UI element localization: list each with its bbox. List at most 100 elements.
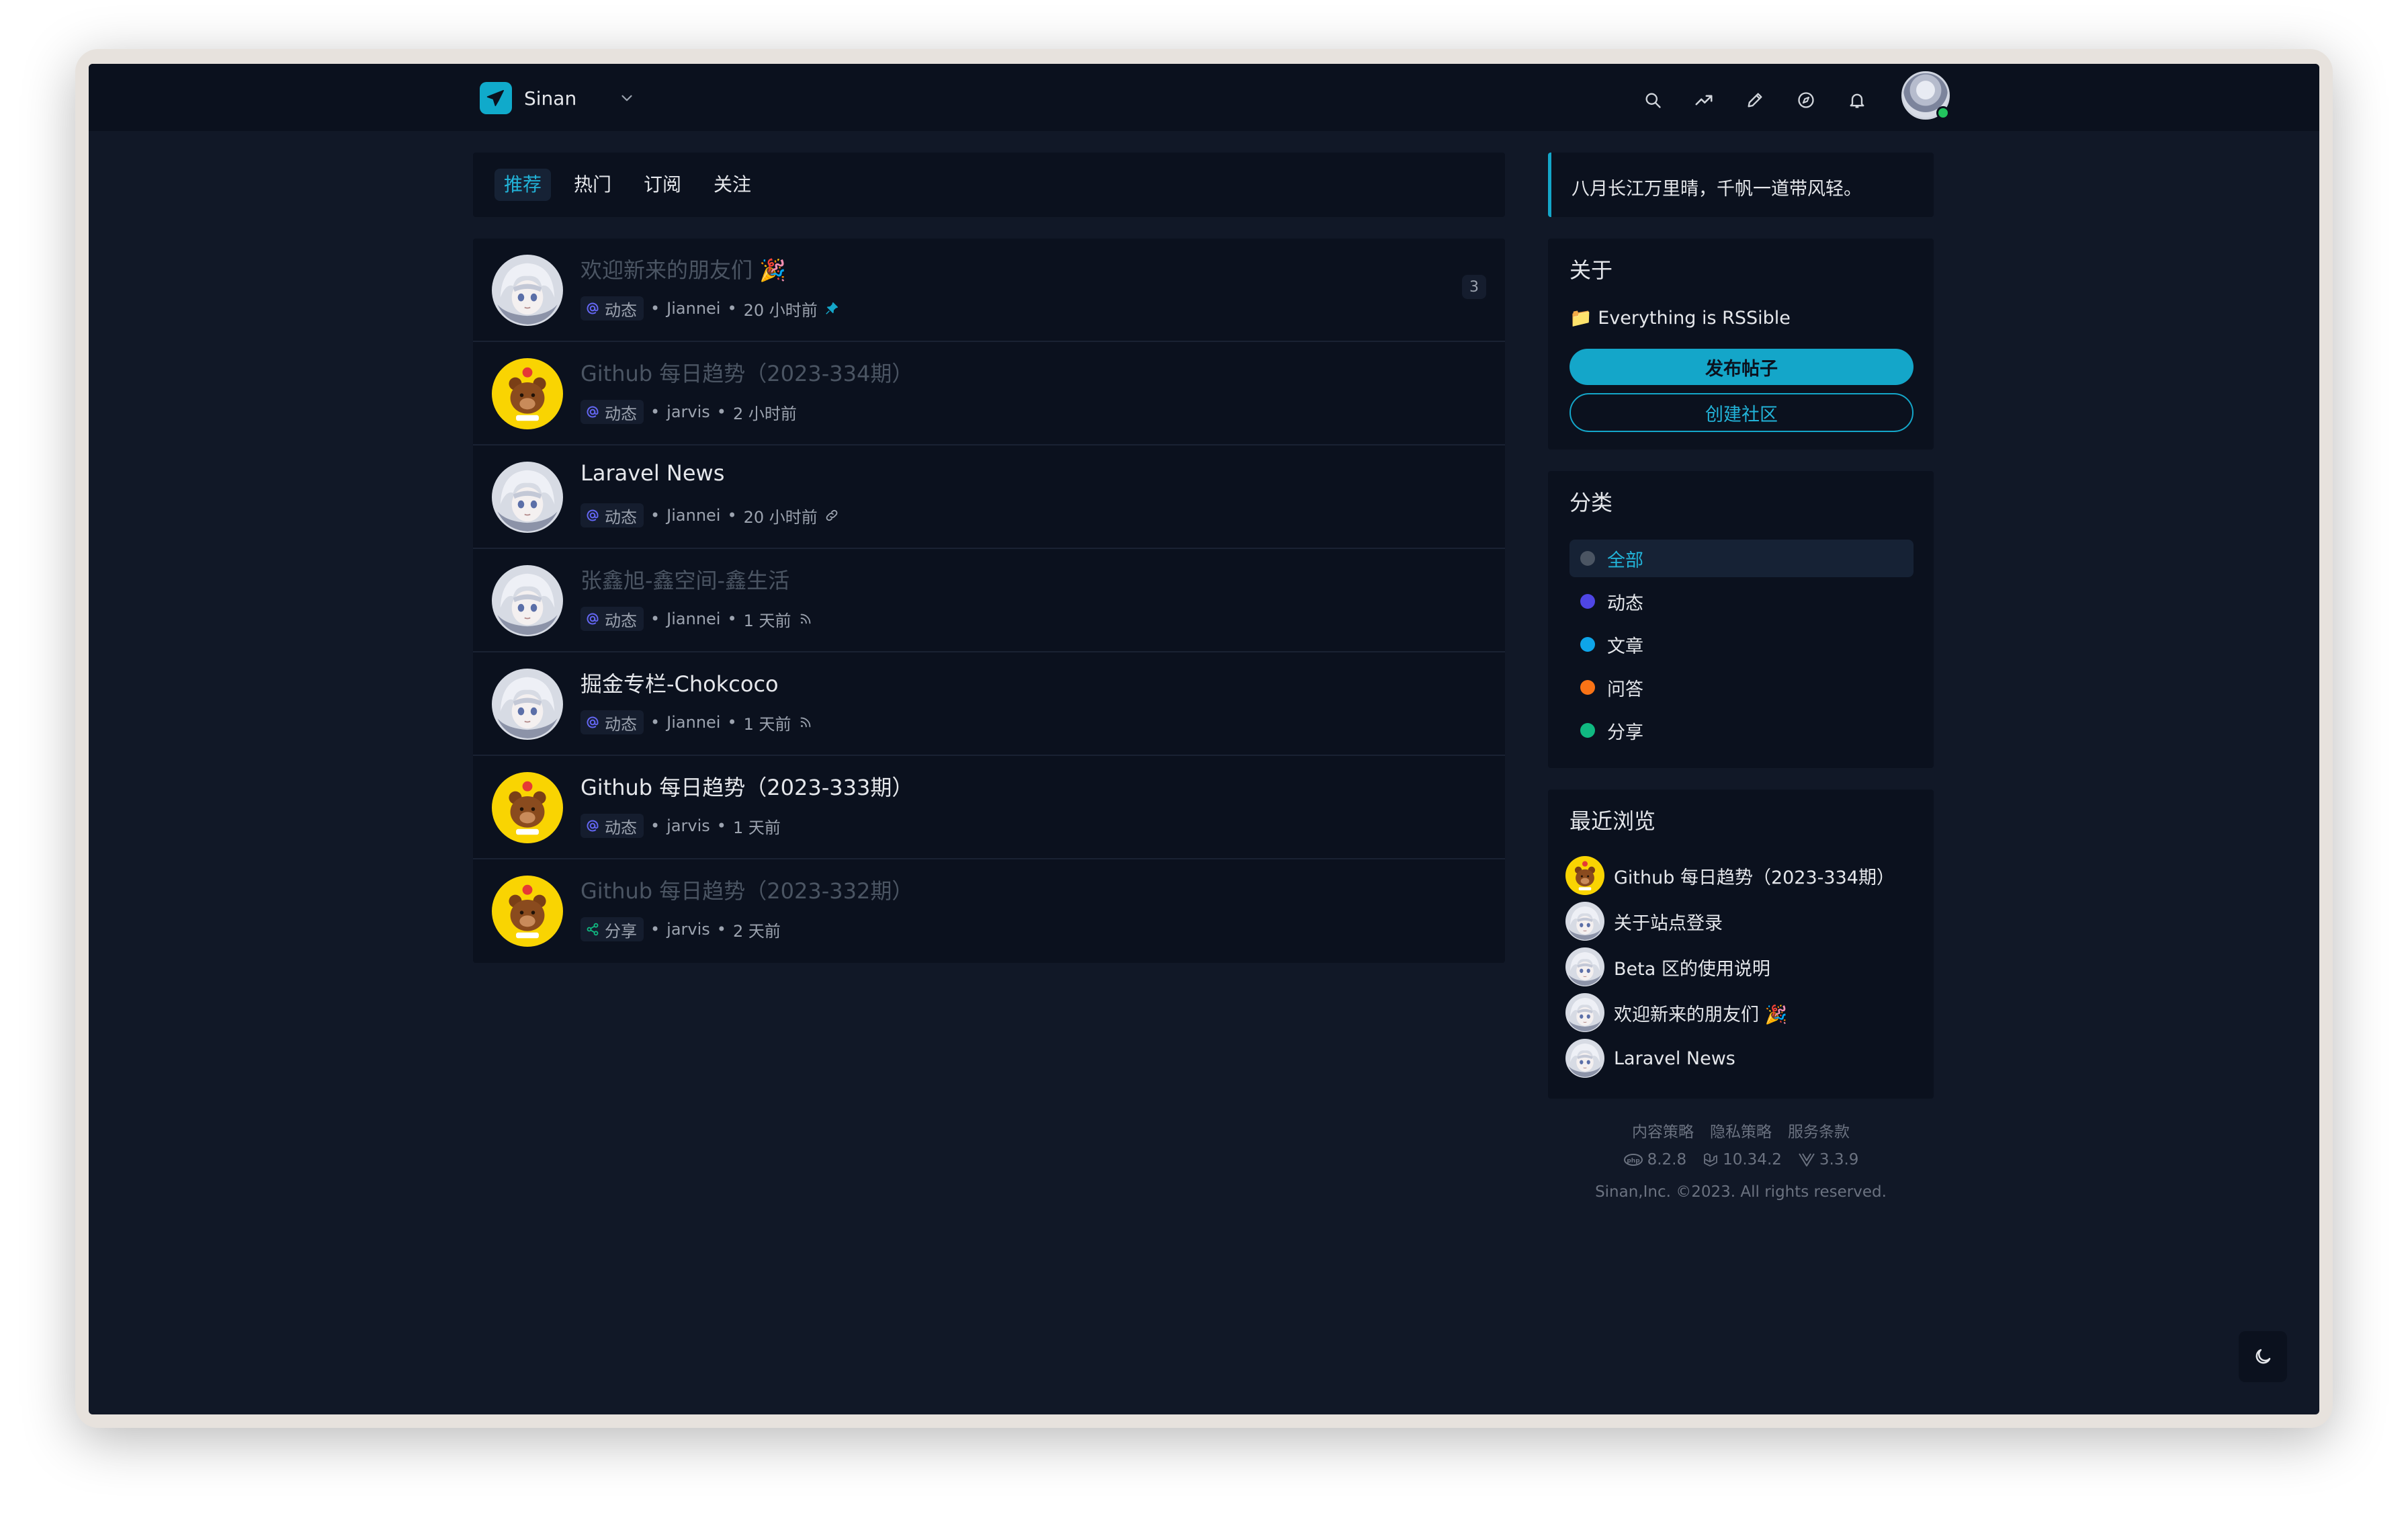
category-item[interactable]: 全部 [1570,540,1914,577]
brand-logo-icon [480,82,512,114]
author-name[interactable]: jarvis [666,816,710,835]
author-name[interactable]: Jiannei [666,609,720,628]
meta-separator: • [650,299,660,318]
recent-view-item[interactable]: 关于站点登录 [1565,901,1723,941]
category-badge[interactable]: 动态 [580,296,644,321]
feed-item[interactable]: 掘金专栏-Chokcoco 动态 • Jiannei • 1 天前 [473,652,1505,756]
rss-icon [798,611,813,626]
recent-view-item[interactable]: Laravel News [1565,1038,1735,1078]
trending-icon[interactable] [1690,87,1717,114]
post-title[interactable]: Laravel News [580,460,724,486]
user-avatar[interactable] [1901,71,1950,120]
php-icon: php [1623,1154,1643,1166]
recent-views-card: 最近浏览 Github 每日趋势（2023-334期） 关于站点登录 Beta 区的… [1548,790,1934,1099]
edit-icon[interactable] [1742,87,1768,114]
post-time: 1 天前 [743,611,791,630]
footer-link-terms[interactable]: 服务条款 [1788,1119,1850,1142]
category-dot [1580,594,1595,609]
post-meta: 动态 • Jiannei • 20 小时前 [580,296,839,321]
post-time: 1 天前 [743,714,791,734]
post-title[interactable]: 掘金专栏-Chokcoco [580,667,779,698]
compass-icon[interactable] [1793,87,1819,114]
author-name[interactable]: jarvis [666,402,710,421]
at-icon [586,509,605,522]
tab-following[interactable]: 关注 [704,169,761,201]
post-time: 1 天前 [732,818,781,837]
category-dot [1580,680,1595,695]
at-icon [586,716,605,729]
feed-item[interactable]: Laravel News 动态 • Jiannei • 20 小时前 [473,445,1505,549]
publish-post-button[interactable]: 发布帖子 [1570,349,1914,385]
post-title[interactable]: Github 每日趋势（2023-334期） [580,357,913,388]
post-time: 20 小时前 [743,507,818,527]
category-badge[interactable]: 动态 [580,503,644,527]
footer-copyright: Sinan,Inc. ©2023. All rights reserved. [1595,1183,1887,1201]
author-name[interactable]: Jiannei [666,506,720,525]
author-avatar[interactable] [492,772,563,843]
chevron-down-icon[interactable] [618,89,636,107]
brand-switcher[interactable]: Sinan [480,82,632,114]
recent-item-label: 欢迎新来的朋友们 🎉 [1614,1004,1788,1025]
tab-recommended[interactable]: 推荐 [494,169,552,201]
footer-versions: php 8.2.8 10.34.2 3.3.9 [1548,1151,1934,1169]
category-badge[interactable]: 分享 [580,917,644,941]
author-name[interactable]: Jiannei [666,713,720,732]
meta-separator: • [650,816,660,835]
author-avatar[interactable] [492,876,563,947]
tab-hot[interactable]: 热门 [564,169,621,201]
post-feed: 欢迎新来的朋友们 🎉 动态 • Jiannei • 20 小时前 3 Githu… [473,239,1505,963]
vue-version: 3.3.9 [1798,1151,1858,1169]
meta-separator: • [727,609,737,628]
meta-separator: • [650,713,660,732]
category-label: 分享 [605,921,637,941]
post-meta: 分享 • jarvis • 2 天前 [580,917,781,941]
post-title[interactable]: 欢迎新来的朋友们 🎉 [580,253,786,284]
author-avatar[interactable] [492,255,563,326]
tab-subscribed[interactable]: 订阅 [634,169,691,201]
theme-toggle-button[interactable] [2239,1331,2287,1382]
meta-separator: • [650,402,660,421]
category-item[interactable]: 文章 [1570,626,1914,663]
about-card: 关于 📁 Everything is RSSible 发布帖子 创建社区 [1548,239,1934,450]
category-label: 动态 [605,611,637,630]
feed-item[interactable]: Github 每日趋势（2023-333期） 动态 • jarvis • 1 天… [473,756,1505,859]
recent-item-label: Github 每日趋势（2023-334期） [1614,867,1895,888]
category-badge[interactable]: 动态 [580,814,644,838]
feed-item[interactable]: 张鑫旭-鑫空间-鑫生活 动态 • Jiannei • 1 天前 [473,549,1505,652]
link-icon [824,508,839,523]
category-badge[interactable]: 动态 [580,710,644,734]
recent-view-item[interactable]: 欢迎新来的朋友们 🎉 [1565,992,1787,1033]
category-item[interactable]: 问答 [1570,669,1914,706]
recent-view-item[interactable]: Beta 区的使用说明 [1565,947,1770,987]
recent-views-title: 最近浏览 [1570,808,1656,834]
category-label: 动态 [605,404,637,423]
category-badge[interactable]: 动态 [580,607,644,631]
post-title[interactable]: Github 每日趋势（2023-333期） [580,771,913,802]
bell-icon[interactable] [1844,87,1870,114]
create-community-button[interactable]: 创建社区 [1570,393,1914,432]
post-title[interactable]: 张鑫旭-鑫空间-鑫生活 [580,564,789,595]
category-item-label: 分享 [1607,722,1643,743]
category-item[interactable]: 动态 [1570,583,1914,620]
footer-link-privacy-policy[interactable]: 隐私策略 [1710,1119,1772,1142]
category-badge[interactable]: 动态 [580,400,644,424]
author-avatar[interactable] [492,565,563,636]
author-name[interactable]: jarvis [666,920,710,939]
feed-item[interactable]: Github 每日趋势（2023-334期） 动态 • jarvis • 2 小… [473,342,1505,445]
author-avatar[interactable] [492,358,563,429]
recent-view-item[interactable]: Github 每日趋势（2023-334期） [1565,855,1895,896]
post-title[interactable]: Github 每日趋势（2023-332期） [580,874,913,905]
search-icon[interactable] [1639,87,1666,114]
feed-item[interactable]: Github 每日趋势（2023-332期） 分享 • jarvis • 2 天… [473,859,1505,963]
author-name[interactable]: Jiannei [666,299,720,318]
about-title: 关于 [1570,257,1613,283]
footer-link-content-policy[interactable]: 内容策略 [1632,1119,1694,1142]
app-window: Sinan 推荐 热门 订阅 关注 欢迎新来的朋友们 🎉 动态 • Jianne… [75,49,2333,1428]
author-avatar[interactable] [492,462,563,533]
author-avatar[interactable] [492,669,563,740]
reply-count-badge: 3 [1462,275,1486,299]
post-meta: 动态 • Jiannei • 20 小时前 [580,503,839,527]
category-item[interactable]: 分享 [1570,712,1914,749]
feed-item[interactable]: 欢迎新来的朋友们 🎉 动态 • Jiannei • 20 小时前 3 [473,239,1505,342]
meta-separator: • [650,506,660,525]
